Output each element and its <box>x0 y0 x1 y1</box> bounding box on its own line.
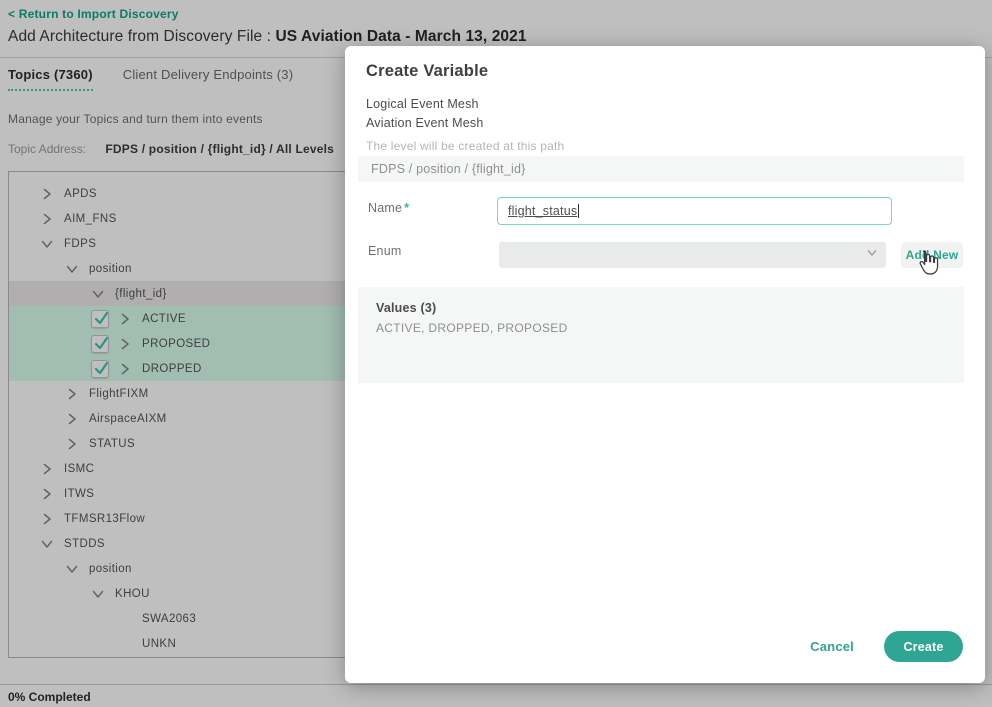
name-input-value: flight_status <box>508 204 577 218</box>
required-marker: * <box>404 201 409 215</box>
add-new-button[interactable]: Add New <box>901 242 963 268</box>
event-mesh-name: Aviation Event Mesh <box>366 116 484 130</box>
enum-label: Enum <box>368 244 401 258</box>
create-button[interactable]: Create <box>884 631 963 662</box>
create-variable-modal: Create Variable Logical Event Mesh Aviat… <box>345 46 985 683</box>
cancel-button[interactable]: Cancel <box>810 639 854 654</box>
enum-select[interactable] <box>499 242 886 268</box>
name-label: Name* <box>368 201 409 215</box>
path-hint: The level will be created at this path <box>366 139 564 153</box>
path-field: FDPS / position / {flight_id} <box>358 156 964 182</box>
values-list: ACTIVE, DROPPED, PROPOSED <box>376 321 964 335</box>
logical-event-mesh-label: Logical Event Mesh <box>366 97 479 111</box>
name-input[interactable]: flight_status <box>497 197 892 225</box>
values-title: Values (3) <box>376 301 964 315</box>
modal-title: Create Variable <box>366 62 488 81</box>
values-panel: Values (3) ACTIVE, DROPPED, PROPOSED <box>358 287 964 383</box>
modal-actions: Cancel Create <box>810 631 963 662</box>
text-caret <box>578 204 579 218</box>
chevron-down-icon <box>866 246 878 264</box>
name-label-text: Name <box>368 201 402 215</box>
